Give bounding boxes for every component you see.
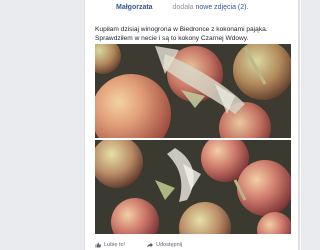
- post-photo-2[interactable]: [95, 140, 291, 234]
- like-label: Lubię to!: [104, 241, 126, 248]
- like-button[interactable]: Lubię to!: [95, 242, 125, 248]
- post-header: Małgorzata dodała nowe zdjęcia (2).: [116, 3, 248, 12]
- post-actions: Lubię to! Udostępnij: [95, 239, 291, 250]
- post-photo-1[interactable]: [95, 44, 291, 138]
- share-label: Udostępnij: [156, 241, 183, 248]
- facebook-post: Małgorzata dodała nowe zdjęcia (2). Kupi…: [84, 0, 301, 250]
- scrollbar[interactable]: [298, 0, 300, 250]
- thumbs-up-icon: [95, 242, 101, 247]
- post-text: Kupiłam dzisiaj winogrona w Biedronce z …: [95, 26, 268, 42]
- share-arrow-icon: [147, 242, 154, 247]
- added-text: dodała: [172, 4, 194, 11]
- author-name[interactable]: Małgorzata: [116, 4, 153, 11]
- new-photos-link[interactable]: nowe zdjęcia (2).: [196, 4, 249, 11]
- share-button[interactable]: Udostępnij: [147, 242, 182, 248]
